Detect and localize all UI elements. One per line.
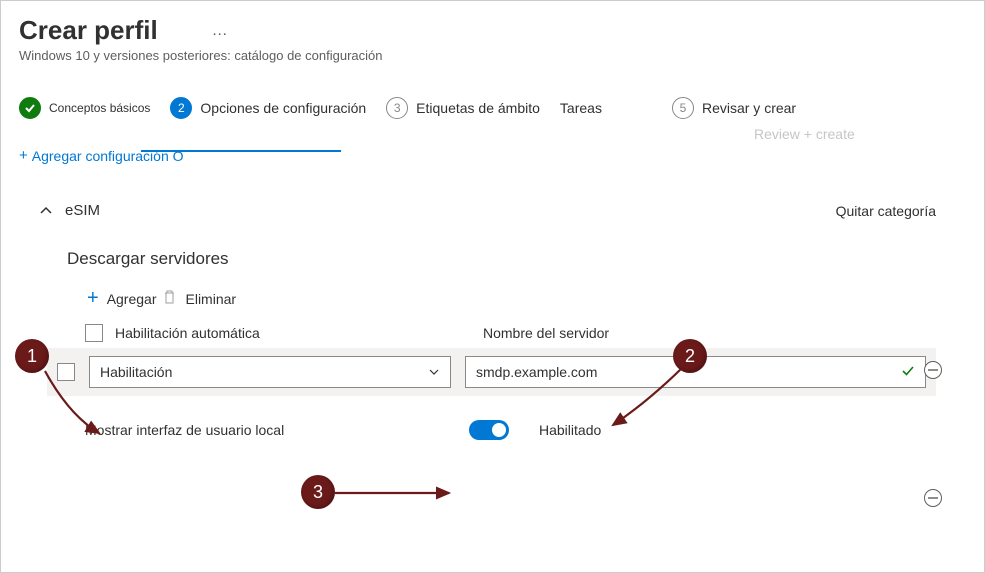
- chevron-down-icon: [428, 365, 440, 379]
- table-row: Habilitación smdp.example.com: [47, 348, 936, 396]
- ghost-text: Review + create: [754, 126, 855, 142]
- remove-category-button[interactable]: Quitar categoría: [836, 203, 936, 219]
- plus-icon: +: [87, 287, 99, 310]
- subgroup-title: Descargar servidores: [1, 227, 984, 269]
- annotation-marker-2: 2: [673, 339, 707, 373]
- check-icon: [19, 97, 41, 119]
- stepper-nav: Conceptos básicos 2 Opciones de configur…: [1, 69, 984, 129]
- category-name: eSIM: [65, 202, 100, 219]
- add-row-button[interactable]: Agregar: [107, 291, 157, 307]
- column-header-auto-enable: Habilitación automática: [115, 325, 260, 341]
- column-header-server-name: Nombre del servidor: [483, 325, 609, 341]
- toggle-label: Mostrar interfaz de usuario local: [85, 422, 445, 438]
- annotation-arrow-2: [601, 363, 701, 443]
- annotation-arrow-3: [331, 485, 461, 503]
- step-config[interactable]: 2 Opciones de configuración: [170, 97, 366, 119]
- page-subtitle: Windows 10 y versiones posteriores: catá…: [19, 48, 966, 63]
- step-review[interactable]: 5 Revisar y crear: [672, 97, 796, 119]
- delete-row-button[interactable]: Eliminar: [186, 291, 237, 307]
- step-number-icon: 3: [386, 97, 408, 119]
- step-basics-label: Conceptos básicos: [49, 101, 150, 115]
- active-tab-underline: [141, 150, 341, 152]
- annotation-arrow-1: [39, 365, 119, 445]
- collapse-row-button[interactable]: [924, 489, 942, 507]
- step-number-icon: 2: [170, 97, 192, 119]
- plus-icon: +: [19, 147, 28, 164]
- server-name-value: smdp.example.com: [476, 364, 597, 380]
- step-assignments[interactable]: Tareas: [560, 100, 602, 116]
- collapse-row-button[interactable]: [924, 361, 942, 379]
- step-basics[interactable]: Conceptos básicos: [19, 97, 150, 119]
- step-scope-tags[interactable]: 3 Etiquetas de ámbito: [386, 97, 540, 119]
- chevron-up-icon: [39, 203, 53, 219]
- toggle-state-label: Habilitado: [539, 422, 601, 438]
- trash-icon: [163, 290, 176, 307]
- toggle-knob: [492, 423, 506, 437]
- annotation-marker-1: 1: [15, 339, 49, 373]
- step-review-label: Revisar y crear: [702, 100, 796, 116]
- page-title: Crear perfil: [19, 15, 158, 45]
- select-all-checkbox[interactable]: [85, 324, 103, 342]
- auto-enable-dropdown[interactable]: Habilitación: [89, 356, 451, 388]
- show-local-ui-toggle[interactable]: [469, 420, 509, 440]
- more-icon[interactable]: …: [212, 22, 228, 39]
- annotation-marker-3: 3: [301, 475, 335, 509]
- check-icon: [901, 364, 915, 381]
- step-assignments-label: Tareas: [560, 100, 602, 116]
- step-config-label: Opciones de configuración: [200, 100, 366, 116]
- category-toggle[interactable]: eSIM: [39, 202, 100, 219]
- step-number-icon: 5: [672, 97, 694, 119]
- step-scope-tags-label: Etiquetas de ámbito: [416, 100, 540, 116]
